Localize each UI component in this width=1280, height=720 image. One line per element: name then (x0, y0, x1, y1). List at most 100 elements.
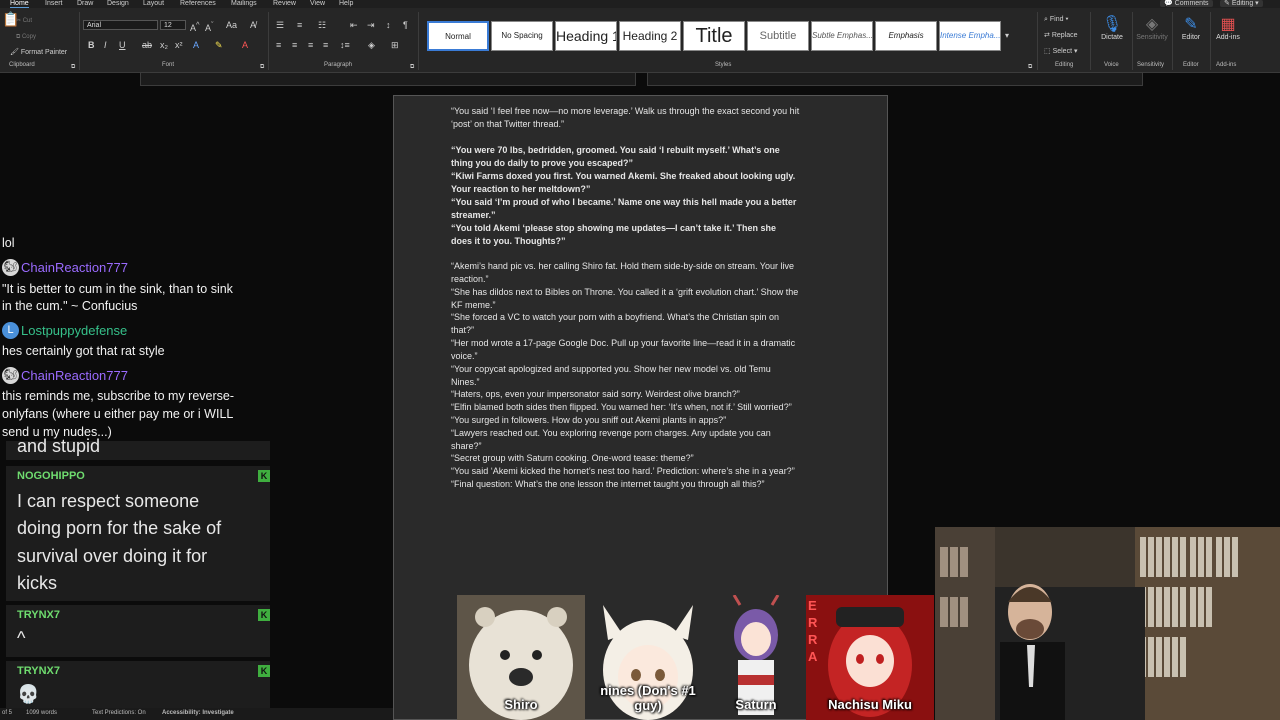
decrease-indent-icon[interactable]: ⇤ (350, 20, 358, 30)
align-right-icon[interactable]: ≡ (308, 40, 313, 50)
superscript-icon[interactable]: x² (175, 40, 183, 50)
change-case-icon[interactable]: Aa (226, 20, 237, 30)
justify-icon[interactable]: ≡ (323, 40, 328, 50)
text-predictions[interactable]: Text Predictions: On (92, 710, 146, 716)
format-painter-button[interactable]: 🖌 Format Painter (10, 48, 67, 58)
document-line[interactable]: streamer.” (451, 209, 496, 222)
document-line[interactable]: reaction.” (451, 273, 489, 286)
webcam-image (935, 527, 1280, 720)
chat-panel-text: kicks (17, 573, 57, 593)
text-effects-icon[interactable]: A (193, 40, 199, 50)
underline-icon[interactable]: U (119, 40, 126, 50)
grow-font-icon[interactable]: A^ (190, 20, 200, 33)
accessibility-status[interactable]: Accessibility: Investigate (162, 710, 234, 716)
tab-insert[interactable]: Insert (45, 0, 63, 7)
multilevel-list-icon[interactable]: ☷ (318, 20, 326, 30)
cut-button[interactable]: ✂ Cut (16, 16, 32, 26)
document-line[interactable]: “You told Akemi ‘please stop showing me … (451, 222, 776, 235)
document-line[interactable]: Your reaction to her meltdown?” (451, 183, 590, 196)
document-line[interactable]: “Secret group with Saturn cooking. One-w… (451, 452, 694, 465)
tab-layout[interactable]: Layout (143, 0, 164, 7)
highlight-icon[interactable]: ✎ (215, 40, 223, 50)
tab-home[interactable]: Home (10, 0, 29, 8)
style-no-spacing[interactable]: No Spacing (491, 21, 553, 51)
font-size-select[interactable]: 12 (160, 20, 186, 30)
replace-button[interactable]: ⇄ Replace (1044, 31, 1078, 41)
document-line[interactable]: “Her mod wrote a 17-page Google Doc. Pul… (451, 337, 795, 350)
document-line[interactable]: “Elfin blamed both sides then flipped. Y… (451, 401, 792, 414)
sort-icon[interactable]: ↕ (386, 20, 391, 30)
document-line[interactable]: “She has dildos next to Bibles on Throne… (451, 286, 798, 299)
document-line[interactable]: “Final question: What’s the one lesson t… (451, 478, 765, 491)
font-launcher-icon[interactable]: ⧉ (260, 62, 264, 72)
find-button[interactable]: ⌕ Find ▾ (1044, 15, 1068, 25)
show-formatting-icon[interactable]: ¶ (403, 20, 408, 30)
tab-help[interactable]: Help (339, 0, 353, 7)
document-line[interactable]: thing you do daily to prove you escaped?… (451, 157, 633, 170)
bullets-icon[interactable]: ☰ (276, 20, 284, 30)
style-subtitle[interactable]: Subtitle (747, 21, 809, 51)
font-color-icon[interactable]: A (242, 40, 248, 50)
numbering-icon[interactable]: ≡ (297, 20, 302, 30)
styles-more-icon[interactable]: ▾ (1005, 31, 1009, 41)
chat-message: lol (2, 236, 15, 250)
clear-formatting-icon[interactable]: A̸ (250, 20, 256, 30)
subscript-icon[interactable]: x₂ (160, 40, 168, 50)
shrink-font-icon[interactable]: Aˇ (205, 20, 214, 33)
document-line[interactable]: “You said ‘Akemi kicked the hornet’s nes… (451, 465, 795, 478)
style-heading-2[interactable]: Heading 2 (619, 21, 681, 51)
style-subtle-emphasis[interactable]: Subtle Emphas... (811, 21, 873, 51)
document-line[interactable]: “You said ‘I’m proud of who I became.’ N… (451, 196, 796, 209)
align-center-icon[interactable]: ≡ (292, 40, 297, 50)
dictate-button[interactable]: 🎙 Dictate (1090, 16, 1134, 41)
style-emphasis[interactable]: Emphasis (875, 21, 937, 51)
tab-draw[interactable]: Draw (77, 0, 93, 7)
document-line[interactable]: “Your copycat apologized and supported y… (451, 363, 771, 376)
tab-references[interactable]: References (180, 0, 216, 7)
bold-icon[interactable]: B (88, 40, 95, 50)
document-line[interactable]: that?” (451, 324, 474, 337)
document-line[interactable]: does it to you. Thoughts?” (451, 235, 566, 248)
document-line[interactable]: ‘post’ on that Twitter thread.” (451, 118, 564, 131)
word-count[interactable]: 1099 words (26, 710, 57, 716)
paragraph-launcher-icon[interactable]: ⧉ (410, 62, 414, 72)
document-line[interactable]: “She forced a VC to watch your porn with… (451, 311, 779, 324)
style-heading-1[interactable]: Heading 1 (555, 21, 617, 51)
tab-view[interactable]: View (310, 0, 325, 7)
document-line[interactable]: “Haters, ops, even your impersonator sai… (451, 388, 740, 401)
tab-design[interactable]: Design (107, 0, 129, 7)
document-line[interactable]: voice.” (451, 350, 478, 363)
tab-mailings[interactable]: Mailings (231, 0, 257, 7)
select-button[interactable]: ⬚ Select ▾ (1044, 47, 1078, 57)
line-spacing-icon[interactable]: ↕≡ (340, 40, 350, 50)
style-normal[interactable]: Normal (427, 21, 489, 51)
shading-icon[interactable]: ◈ (368, 40, 375, 50)
style-intense-emphasis[interactable]: Intense Empha... (939, 21, 1001, 51)
document-line[interactable]: “Lawyers reached out. You exploring reve… (451, 427, 771, 440)
strikethrough-icon[interactable]: ab (142, 40, 152, 50)
editing-mode-button[interactable]: ✎ Editing ▾ (1220, 0, 1263, 7)
tab-review[interactable]: Review (273, 0, 296, 7)
voice-group-label: Voice (1104, 62, 1119, 68)
style-title[interactable]: Title (683, 21, 745, 51)
avatar-name: nines (Don's #1 (600, 683, 696, 698)
add-ins-button[interactable]: ▦ Add-ins (1206, 16, 1250, 41)
styles-launcher-icon[interactable]: ⧉ (1028, 62, 1032, 72)
document-line[interactable]: “You were 70 lbs, bedridden, groomed. Yo… (451, 144, 780, 157)
comments-button[interactable]: 💬 Comments (1160, 0, 1213, 7)
avatar: 🐿 (2, 259, 19, 276)
font-name-select[interactable]: Arial (83, 20, 158, 30)
align-left-icon[interactable]: ≡ (276, 40, 281, 50)
borders-icon[interactable]: ⊞ (391, 40, 399, 50)
sensitivity-button[interactable]: ◈ Sensitivity (1130, 16, 1174, 41)
document-line[interactable]: “You said ‘I feel free now—no more lever… (451, 105, 799, 118)
document-line[interactable]: “Kiwi Farms doxed you first. You warned … (451, 170, 795, 183)
clipboard-launcher-icon[interactable]: ⧉ (71, 62, 75, 72)
copy-button[interactable]: ⧉ Copy (16, 32, 36, 42)
increase-indent-icon[interactable]: ⇥ (367, 20, 375, 30)
chat-message: in the cum." ~ Confucius (2, 299, 138, 313)
page-count[interactable]: of 5 (2, 710, 12, 716)
italic-icon[interactable]: I (104, 40, 107, 50)
document-line[interactable]: “Akemi’s hand pic vs. her calling Shiro … (451, 260, 794, 273)
document-line[interactable]: “You surged in followers. How do you sni… (451, 414, 726, 427)
